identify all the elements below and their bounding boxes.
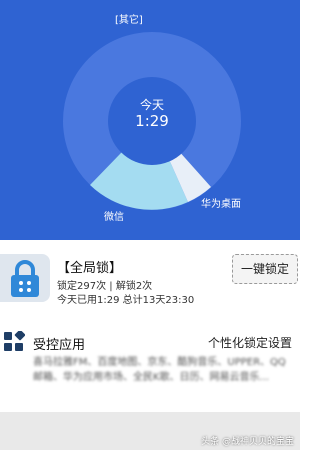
usage-chart-panel: 今天 1:29 [其它] 微信 华为桌面 (0, 0, 300, 240)
apps-grid-icon (4, 331, 25, 351)
segment-label-wechat: 微信 (104, 212, 124, 223)
one-key-lock-button[interactable]: 一键锁定 (232, 254, 298, 284)
global-lock-icon-container (0, 254, 50, 302)
controlled-apps-list[interactable]: 喜马拉雅FM、百度地图、京东、酷狗音乐、UPPER、QQ邮箱、华为应用市场、全民… (33, 355, 295, 385)
global-lock-title: 【全局锁】 (57, 261, 123, 276)
lock-usage-summary: 今天已用1:29 总计13天23:30 (57, 295, 195, 306)
controlled-apps-title: 受控应用 (33, 338, 86, 353)
personalized-lock-settings-link[interactable]: 个性化锁定设置 (208, 334, 292, 351)
segment-label-other: [其它] (115, 15, 143, 26)
today-usage-time: 1:29 (135, 112, 169, 130)
lock-icon (11, 260, 39, 297)
segment-label-huawei-desktop: 华为桌面 (201, 199, 241, 210)
lock-stats: 锁定297次 | 解锁2次 (57, 281, 153, 292)
controlled-apps-section: 受控应用 个性化锁定设置 喜马拉雅FM、百度地图、京东、酷狗音乐、UPPER、Q… (0, 315, 300, 412)
today-label: 今天 (139, 98, 164, 112)
watermark: 头条 @战神贝贝的宝宝 (201, 437, 294, 447)
